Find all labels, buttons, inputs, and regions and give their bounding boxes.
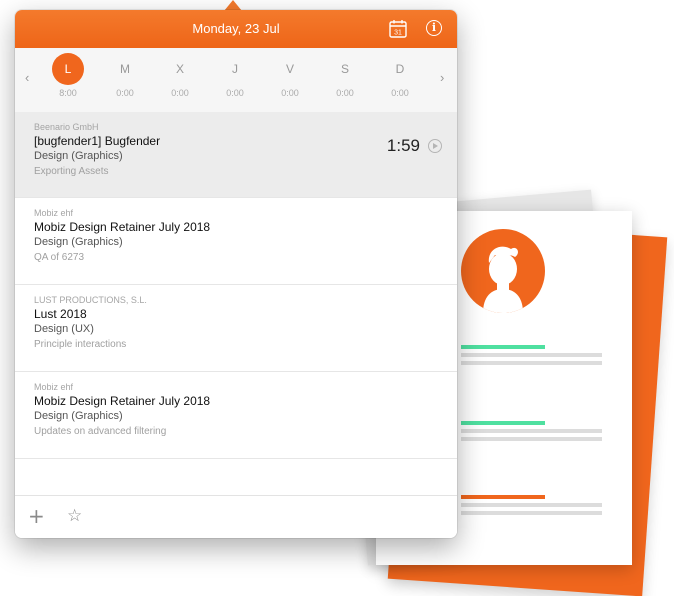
calendar-icon[interactable]: 31: [389, 19, 407, 38]
day-total: 0:00: [226, 88, 244, 98]
chevron-left-icon[interactable]: ‹: [25, 70, 29, 85]
time-entry[interactable]: Mobiz ehf Mobiz Design Retainer July 201…: [15, 372, 457, 459]
entry-project: Mobiz Design Retainer July 2018: [34, 220, 211, 234]
day-letter: S: [340, 62, 349, 76]
text-line: [461, 353, 602, 357]
header-bar: Monday, 23 Jul 31 i: [15, 10, 457, 48]
entry-client: Beenario GmbH: [34, 122, 99, 132]
entry-project: Mobiz Design Retainer July 2018: [34, 394, 211, 408]
day-letter: M: [120, 62, 130, 76]
entry-timer: 1:59: [387, 136, 442, 156]
time-entry[interactable]: Mobiz ehf Mobiz Design Retainer July 201…: [15, 198, 457, 285]
text-line: [461, 429, 602, 433]
chevron-right-icon[interactable]: ›: [440, 70, 444, 85]
day-total: 8:00: [59, 88, 77, 98]
add-icon[interactable]: +: [28, 506, 45, 526]
day-total: 0:00: [391, 88, 409, 98]
entry-note: Exporting Assets: [34, 166, 109, 177]
text-line: [461, 503, 602, 507]
entry-project: Lust 2018: [34, 307, 87, 321]
entry-project: [bugfender1] Bugfender: [34, 134, 161, 148]
day-tuesday[interactable]: M 0:00: [105, 53, 145, 98]
highlight-bar: [461, 345, 545, 349]
week-selector: ‹ L 8:00 M 0:00 X 0:00 J 0:00 V 0:00 S 0…: [15, 48, 457, 113]
time-entry[interactable]: LUST PRODUCTIONS, S.L. Lust 2018 Design …: [15, 285, 457, 372]
entry-task: Design (Graphics): [34, 236, 123, 248]
text-line: [461, 361, 602, 365]
entry-client: Mobiz ehf: [34, 208, 74, 218]
svg-text:31: 31: [394, 30, 402, 37]
text-line: [461, 511, 602, 515]
day-total: 0:00: [281, 88, 299, 98]
day-monday[interactable]: L 8:00: [48, 53, 88, 98]
time-entries-list: Beenario GmbH [bugfender1] Bugfender Des…: [15, 112, 457, 459]
info-icon[interactable]: i: [426, 20, 442, 36]
footer-toolbar: + ☆: [15, 495, 457, 538]
day-total: 0:00: [116, 88, 134, 98]
entry-task: Design (Graphics): [34, 150, 123, 162]
day-total: 0:00: [336, 88, 354, 98]
day-total: 0:00: [171, 88, 189, 98]
day-thursday[interactable]: J 0:00: [215, 53, 255, 98]
entry-note: Principle interactions: [34, 339, 127, 350]
highlight-bar: [461, 421, 545, 425]
day-saturday[interactable]: S 0:00: [325, 53, 365, 98]
entry-task: Design (UX): [34, 323, 94, 335]
entry-client: Mobiz ehf: [34, 382, 74, 392]
time-entry[interactable]: Beenario GmbH [bugfender1] Bugfender Des…: [15, 112, 457, 198]
entry-note: Updates on advanced filtering: [34, 426, 167, 437]
star-icon[interactable]: ☆: [67, 507, 82, 525]
entry-task: Design (Graphics): [34, 410, 123, 422]
day-letter: X: [175, 62, 184, 76]
day-letter: J: [232, 62, 238, 76]
time-tracker-popover: Monday, 23 Jul 31 i ‹ L 8:00 M 0:00 X 0:…: [15, 10, 457, 538]
day-letter: L: [52, 53, 84, 85]
timer-value: 1:59: [386, 136, 420, 155]
day-friday[interactable]: V 0:00: [270, 53, 310, 98]
entry-note: QA of 6273: [34, 252, 85, 263]
day-wednesday[interactable]: X 0:00: [160, 53, 200, 98]
avatar-icon: [461, 229, 545, 313]
day-sunday[interactable]: D 0:00: [380, 53, 420, 98]
highlight-bar: [461, 495, 545, 499]
day-letter: V: [285, 62, 294, 76]
day-letter: D: [395, 62, 405, 76]
play-icon[interactable]: [428, 139, 442, 153]
entry-client: LUST PRODUCTIONS, S.L.: [34, 295, 147, 305]
text-line: [461, 437, 602, 441]
